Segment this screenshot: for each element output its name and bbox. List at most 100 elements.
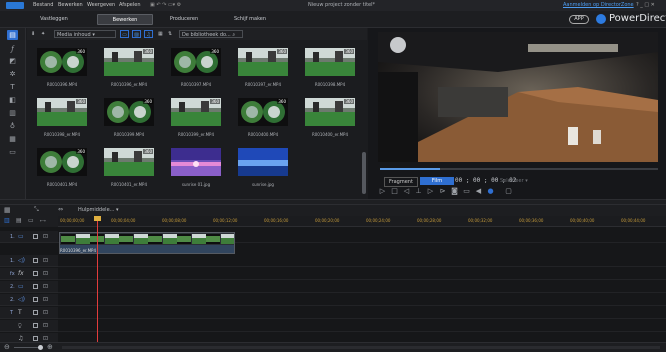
storyboard-view-icon[interactable]: ▤ (16, 217, 22, 224)
menu-bestand[interactable]: Bestand (33, 0, 53, 11)
audio-mixing-room-icon[interactable]: ▥ (7, 108, 18, 118)
library-thumbnail[interactable]: 360 (171, 98, 221, 126)
timeline-playhead[interactable] (97, 216, 98, 342)
track-lane[interactable] (58, 281, 666, 293)
lock-icon[interactable]: ⊡ (43, 307, 48, 319)
track-header[interactable]: 2. ▭ ⊡ (0, 281, 58, 293)
zoom-in-icon[interactable]: ⊕ (47, 343, 53, 352)
add-track-icon[interactable]: ⤡ (34, 206, 39, 214)
track-manager-icon[interactable]: ▭ (28, 217, 34, 224)
timeline-ruler[interactable]: 00;00;00;00 00;00;04;00 00;00;08;00 00;00;1… (58, 216, 666, 227)
zoom-slider-handle[interactable] (38, 345, 43, 350)
library-thumbnail[interactable]: 360 (104, 148, 154, 176)
360-view-icon[interactable]: ● (486, 187, 495, 196)
library-scroll-thumb[interactable] (362, 152, 366, 194)
quick-toolbar-icons[interactable]: ▣ ↶ ↷ ▭▾ ⚙ (150, 0, 181, 11)
plugins-icon[interactable]: ✦ (41, 30, 45, 38)
track-header[interactable]: 2. ◁) ⊡ (0, 294, 58, 306)
volume-icon[interactable]: ◀ (474, 187, 483, 196)
library-thumbnail[interactable]: 360 (238, 98, 288, 126)
zoom-out-icon[interactable]: ⊖ (4, 343, 10, 352)
image-filter-icon[interactable]: ▨ (132, 30, 141, 38)
library-thumbnail[interactable]: 360 (305, 98, 355, 126)
lock-icon[interactable]: ⊡ (43, 268, 48, 280)
media-room-icon[interactable]: ▤ (7, 30, 18, 40)
tab-bewerken[interactable]: Bewerken (97, 14, 153, 25)
tab-produceren[interactable]: Produceren (162, 14, 206, 25)
video-filter-icon[interactable]: ▭ (120, 30, 129, 38)
track-enable-checkbox[interactable] (33, 271, 38, 276)
stop-icon[interactable]: □ (390, 187, 399, 196)
timeline-view-icon[interactable]: ▥ (4, 217, 10, 224)
lock-icon[interactable]: ⊡ (43, 294, 48, 306)
title-room-icon[interactable]: T (7, 82, 18, 92)
window-controls[interactable]: ? _ □ ✕ (636, 0, 655, 11)
pip-room-icon[interactable]: ◩ (7, 56, 18, 66)
playhead-handle[interactable] (94, 216, 101, 221)
search-icon[interactable]: ⌕ (232, 32, 235, 38)
play-icon[interactable]: ▷ (378, 187, 387, 196)
directorzone-login-link[interactable]: Aanmelden op DirectorZone (563, 0, 634, 11)
track-lane[interactable] (58, 307, 666, 319)
library-thumbnail[interactable]: 360 (171, 48, 221, 76)
transition-room-icon[interactable]: ◧ (7, 95, 18, 105)
library-thumbnail[interactable]: 360 (37, 48, 87, 76)
preview-quality-dropdown[interactable]: Selecteer ▾ (500, 177, 528, 185)
library-thumbnail[interactable]: 360 (104, 98, 154, 126)
voice-over-room-icon[interactable]: ♁ (7, 121, 18, 131)
menu-afspelen[interactable]: Afspelen (119, 0, 141, 11)
menu-weergeven[interactable]: Weergeven (87, 0, 115, 11)
track-lane[interactable] (58, 268, 666, 280)
fx-room-icon[interactable]: ƒ (7, 44, 18, 54)
tab-vastleggen[interactable]: Vastleggen (32, 14, 76, 25)
lock-icon[interactable]: ⊡ (43, 255, 48, 267)
track-enable-checkbox[interactable] (33, 234, 38, 239)
next-frame-icon[interactable]: ▷ (426, 187, 435, 196)
fullscreen-icon[interactable]: ▢ (504, 187, 513, 196)
lock-icon[interactable]: ⊡ (43, 281, 48, 293)
library-thumbnail[interactable] (171, 148, 221, 176)
track-lane[interactable] (58, 320, 666, 332)
track-header[interactable]: T T ⊡ (0, 307, 58, 319)
storyboard-toggle-icon[interactable]: ▦ (4, 206, 11, 214)
media-filter-dropdown[interactable]: Media inhoud ▾ (54, 30, 116, 38)
undock-icon[interactable]: ▭ (462, 187, 471, 196)
library-thumbnail[interactable]: 360 (305, 48, 355, 76)
subtitle-room-icon[interactable]: ▭ (7, 147, 18, 157)
grid-view-icon[interactable]: ▦ (158, 30, 163, 38)
lock-icon[interactable]: ⊡ (43, 320, 48, 332)
track-lane[interactable] (58, 294, 666, 306)
track-enable-checkbox[interactable] (33, 336, 38, 341)
fragment-mode-button[interactable]: Fragment (384, 177, 418, 187)
track-enable-checkbox[interactable] (33, 284, 38, 289)
track-header[interactable]: 1. ▭ ⊡ (0, 231, 58, 243)
track-enable-checkbox[interactable] (33, 310, 38, 315)
import-media-icon[interactable]: ⬇ (31, 30, 35, 38)
library-thumbnail[interactable]: 360 (104, 48, 154, 76)
fit-timeline-icon[interactable]: ⇔ (58, 206, 63, 213)
track-lane[interactable] (58, 255, 666, 267)
split-icon[interactable]: ⊥ (414, 187, 423, 196)
track-header[interactable]: ⍜ ⊡ (0, 320, 58, 332)
menu-bewerken[interactable]: Bewerken (58, 0, 83, 11)
library-thumbnail[interactable]: 360 (238, 48, 288, 76)
track-enable-checkbox[interactable] (33, 258, 38, 263)
preview-video-frame[interactable] (378, 32, 658, 162)
library-thumbnail[interactable]: 360 (37, 148, 87, 176)
particle-room-icon[interactable]: ✲ (7, 69, 18, 79)
audio-filter-icon[interactable]: ♫ (144, 30, 153, 38)
previous-frame-icon[interactable]: ◁ (402, 187, 411, 196)
library-thumbnail[interactable] (238, 148, 288, 176)
track-header[interactable]: fx fx ⊡ (0, 268, 58, 280)
timeline-horizontal-scrollbar[interactable] (62, 346, 660, 349)
track-enable-checkbox[interactable] (33, 297, 38, 302)
sort-icon[interactable]: ⇅ (168, 30, 172, 38)
track-enable-checkbox[interactable] (33, 323, 38, 328)
chapter-room-icon[interactable]: ▦ (7, 134, 18, 144)
app-badge[interactable]: APP (569, 15, 589, 24)
track-header[interactable]: 1. ◁) ⊡ (0, 255, 58, 267)
lock-icon[interactable]: ⊡ (43, 231, 48, 243)
snapshot-icon[interactable]: ◙ (450, 187, 459, 196)
tools-dropdown[interactable]: Hulpmiddele... ▾ (78, 207, 119, 213)
library-search-input[interactable]: De bibliotheek do... ⌕ (179, 30, 243, 38)
